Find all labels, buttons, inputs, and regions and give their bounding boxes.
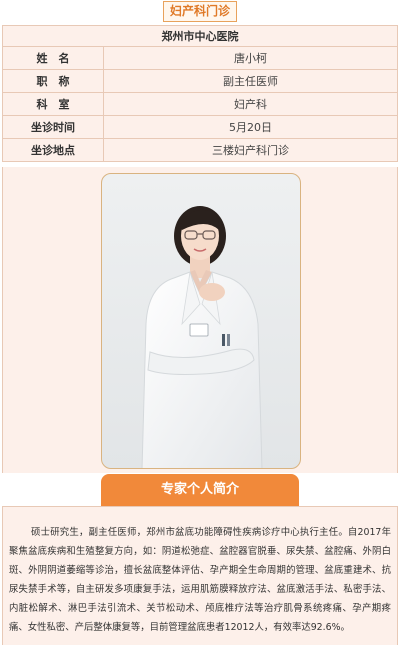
hospital-name: 郑州市中心医院	[2, 25, 398, 47]
expert-intro-header[interactable]: 专家个人简介	[101, 474, 299, 506]
table-row: 职 称 副主任医师	[2, 69, 398, 93]
department-label: 科 室	[2, 92, 104, 116]
department-tab[interactable]: 妇产科门诊	[163, 1, 237, 22]
clinic-time-label: 坐诊时间	[2, 115, 104, 139]
photo-section	[2, 167, 398, 473]
doctor-info-table: 郑州市中心医院 姓 名 唐小柯 职 称 副主任医师 科 室 妇产科 坐诊时间 5…	[2, 25, 398, 162]
table-row: 坐诊时间 5月20日	[2, 115, 398, 139]
bio-text: 硕士研究生，副主任医师，郑州市盆底功能障碍性疾病诊疗中心执行主任。自2017年聚…	[9, 527, 391, 633]
title-label: 职 称	[2, 69, 104, 93]
name-value: 唐小柯	[103, 46, 398, 70]
department-value: 妇产科	[103, 92, 398, 116]
title-value: 副主任医师	[103, 69, 398, 93]
doctor-portrait-illustration	[141, 206, 263, 468]
name-label: 姓 名	[2, 46, 104, 70]
doctor-photo	[101, 173, 301, 469]
table-row: 郑州市中心医院	[2, 25, 398, 47]
clinic-location-label: 坐诊地点	[2, 138, 104, 162]
table-row: 坐诊地点 三楼妇产科门诊	[2, 138, 398, 162]
bio-section: 硕士研究生，副主任医师，郑州市盆底功能障碍性疾病诊疗中心执行主任。自2017年聚…	[2, 506, 398, 645]
table-row: 科 室 妇产科	[2, 92, 398, 116]
clinic-time-value: 5月20日	[103, 115, 398, 139]
header: 妇产科门诊	[0, 0, 400, 24]
clinic-location-value: 三楼妇产科门诊	[103, 138, 398, 162]
table-row: 姓 名 唐小柯	[2, 46, 398, 70]
